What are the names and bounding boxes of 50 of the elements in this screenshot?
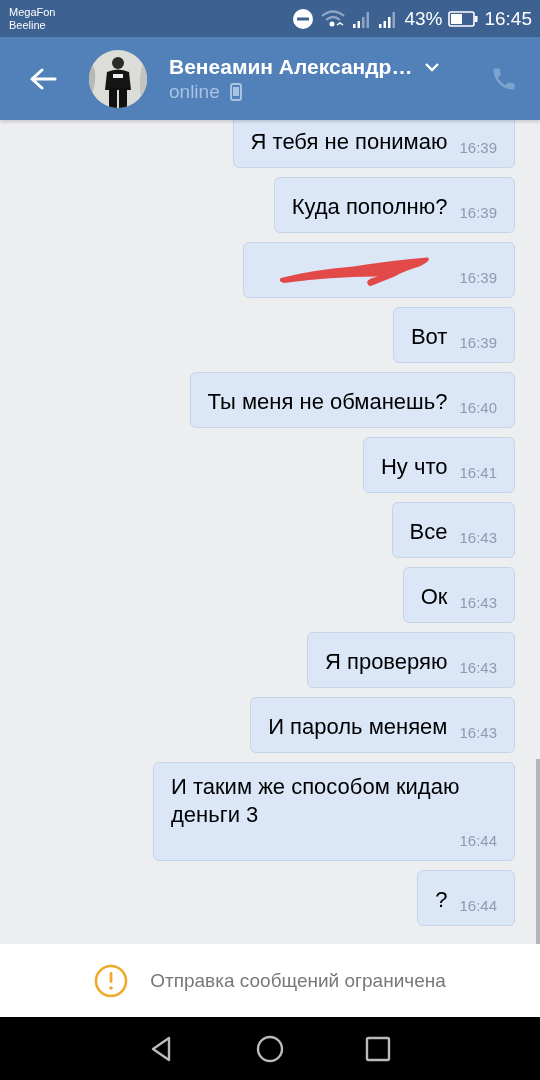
message-bubble[interactable]: И пароль меняем 16:43 (250, 697, 515, 753)
message-text: Ну что (380, 453, 448, 481)
message-text: ? (435, 886, 448, 914)
message-text: Куда пополню? (291, 193, 448, 221)
message-text: И таким же способом кидаю деньги 3 (171, 773, 461, 829)
scrollbar[interactable] (536, 759, 540, 944)
message-time: 16:40 (459, 398, 497, 418)
message-time: 16:43 (459, 593, 497, 613)
clock: 16:45 (484, 7, 532, 30)
back-arrow-icon[interactable] (29, 66, 57, 91)
warning-icon (94, 963, 129, 998)
message-time: 16:39 (459, 333, 497, 353)
do-not-disturb-icon (292, 7, 315, 30)
message-text: Все (409, 518, 448, 546)
message-time: 16:41 (459, 463, 497, 483)
notice-text: Отправка сообщений ограничена (150, 969, 446, 992)
battery-icon (448, 10, 479, 27)
message-bubble[interactable]: Куда пополню? 16:39 (273, 177, 515, 233)
message-text: И пароль меняем (268, 713, 448, 741)
message-bubble[interactable]: Ок 16:43 (402, 567, 515, 623)
message-time: 16:39 (459, 268, 497, 288)
message-bubble[interactable]: Я проверяю 16:43 (307, 632, 515, 688)
message-time: 16:43 (459, 528, 497, 548)
message-bubble[interactable]: ? 16:44 (417, 870, 515, 926)
message-bubble[interactable]: Вот 16:39 (392, 307, 515, 363)
message-bubble[interactable]: Ну что 16:41 (362, 437, 515, 493)
carrier-name: MegaFon (9, 5, 56, 19)
message-text: Ок (420, 583, 448, 611)
message-text: Вот (410, 323, 448, 351)
contact-name[interactable]: Венеамин Александр… (169, 54, 413, 79)
message-time: 16:43 (459, 723, 497, 743)
message-text: Ты меня не обманешь? (207, 388, 448, 416)
message-time: 16:44 (459, 896, 497, 916)
message-time: 16:44 (459, 831, 497, 851)
message-bubble[interactable]: Все 16:43 (391, 502, 515, 558)
battery-percent: 43% (404, 7, 443, 30)
message-time: 16:43 (459, 658, 497, 678)
message-bubble[interactable]: Я тебя не понимаю 16:39 (232, 120, 515, 168)
message-text: Я тебя не понимаю (250, 128, 448, 156)
home-icon[interactable] (255, 1033, 285, 1064)
message-text: Я проверяю (325, 648, 448, 676)
online-status: online (169, 80, 220, 103)
message-bubble[interactable]: Ты меня не обманешь? 16:40 (189, 372, 515, 428)
message-time: 16:39 (459, 203, 497, 223)
message-time: 16:39 (459, 138, 497, 158)
chevron-down-icon[interactable] (424, 61, 441, 72)
message-bubble[interactable]: И таким же способом кидаю деньги 3 16:44 (153, 762, 515, 861)
phone-device-icon (229, 82, 242, 101)
carrier-name: Beeline (9, 18, 47, 32)
wifi-icon (320, 8, 347, 29)
